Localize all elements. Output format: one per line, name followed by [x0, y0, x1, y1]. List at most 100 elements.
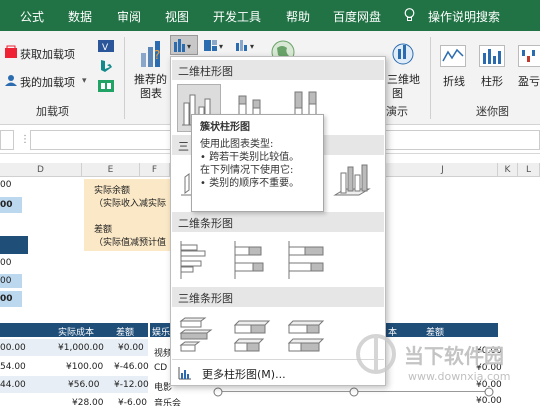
- resize-handle[interactable]: [349, 387, 359, 397]
- table-cell[interactable]: 44.00: [0, 380, 26, 390]
- note-line: （实际收入减实际: [94, 199, 167, 209]
- sparkline-column-button[interactable]: 柱形: [481, 73, 503, 89]
- table-cell[interactable]: ¥28.00: [72, 398, 104, 406]
- sparkline-column-icon: [479, 45, 505, 67]
- tab-baidu-netdisk[interactable]: 百度网盘: [333, 8, 381, 25]
- sparkline-winloss-icon: [518, 45, 540, 67]
- column-header-k[interactable]: K: [498, 163, 518, 177]
- table-header-cell: 实际成本: [58, 328, 95, 338]
- 100-stacked-bar-option[interactable]: [285, 237, 329, 285]
- name-box[interactable]: [0, 130, 14, 150]
- table-cell[interactable]: 00.00: [0, 343, 26, 353]
- svg-text:▾: ▾: [219, 42, 223, 51]
- svg-text:▾: ▾: [187, 42, 191, 51]
- sparklines-group-label: 迷你图: [476, 105, 509, 118]
- table-cell[interactable]: 54.00: [0, 362, 26, 372]
- table-cell[interactable]: 音乐会: [154, 396, 181, 406]
- store-icon: [5, 45, 17, 58]
- resize-handle[interactable]: [484, 387, 494, 397]
- resize-handle[interactable]: [213, 387, 223, 397]
- column-header-d[interactable]: D: [0, 163, 82, 177]
- chart-type-tooltip: 簇状柱形图 使用此图表类型: • 跨若干类别比较值。 在下列情况下使用它: • …: [191, 114, 324, 212]
- table-cell[interactable]: ¥56.00: [68, 380, 100, 390]
- table-header-cell: 娱乐: [152, 328, 171, 338]
- my-addins-icon: [5, 75, 17, 86]
- sparkline-winloss-button[interactable]: 盈亏: [518, 73, 540, 89]
- note-line: （实际值减预计值: [94, 238, 167, 248]
- people-graph-icon[interactable]: [98, 79, 114, 93]
- lightbulb-icon: [404, 8, 415, 21]
- tooltip-when: 在下列情况下使用它:: [200, 165, 294, 176]
- tooltip-bullet: • 跨若干类别比较值。: [200, 152, 300, 163]
- stacked-bar-icon: [234, 241, 264, 279]
- cell-value[interactable]: 00: [0, 276, 11, 286]
- more-charts-icon: [178, 367, 191, 380]
- tours-group-label: 演示: [386, 105, 408, 118]
- table-header-cell: 差额: [426, 328, 445, 338]
- tab-data[interactable]: 数据: [68, 8, 92, 25]
- table-cell[interactable]: ¥100.00: [66, 362, 103, 372]
- table-cell[interactable]: ¥-12.00: [114, 380, 149, 390]
- svg-text:▾: ▾: [250, 42, 254, 51]
- tab-developer[interactable]: 开发工具: [213, 8, 261, 25]
- 3d-column-icon: [333, 164, 371, 196]
- 3d-column-option[interactable]: [331, 157, 375, 205]
- note-line: 实际余额: [94, 186, 131, 196]
- cell-value[interactable]: 00: [0, 180, 11, 190]
- cell-value[interactable]: 00: [0, 258, 11, 268]
- more-column-charts-link[interactable]: 更多柱形图(M)...: [172, 359, 384, 385]
- tooltip-title: 簇状柱形图: [200, 122, 250, 133]
- table-header-cell: 差额: [116, 328, 135, 338]
- 3d-clustered-bar-icon: [179, 317, 213, 352]
- section-2d-column: 二维柱形图: [172, 60, 384, 80]
- 3d-100-stacked-bar-option[interactable]: [285, 311, 329, 359]
- table-cell[interactable]: ¥-46.00: [114, 362, 149, 372]
- clustered-bar-option[interactable]: [177, 237, 221, 285]
- insert-column-chart-button[interactable]: ▾: [170, 35, 198, 55]
- 3d-clustered-bar-option[interactable]: [177, 311, 221, 359]
- sparkline-line-icon: [440, 45, 466, 67]
- tell-me-search[interactable]: 操作说明搜索: [428, 8, 500, 25]
- table-cell[interactable]: ¥1,000.00: [58, 343, 104, 353]
- visio-icon[interactable]: V: [98, 39, 114, 53]
- statistic-chart-icon[interactable]: ▾: [234, 37, 260, 53]
- column-header-e[interactable]: E: [82, 163, 140, 177]
- ribbon-tab-bar: 公式 数据 审阅 视图 开发工具 帮助 百度网盘 操作说明搜索: [0, 0, 540, 31]
- header-cell: [0, 236, 28, 254]
- cell-value[interactable]: 00: [0, 200, 13, 210]
- cell-value[interactable]: 00: [0, 294, 13, 304]
- tab-review[interactable]: 审阅: [117, 8, 141, 25]
- table-cell[interactable]: ¥0.00: [476, 396, 502, 406]
- 3d-stacked-bar-icon: [233, 320, 271, 352]
- 3d-100-stacked-bar-icon: [287, 320, 325, 352]
- table-cell[interactable]: ¥0.00: [118, 343, 144, 353]
- downxia-logo-icon: [356, 334, 396, 374]
- stacked-bar-option[interactable]: [231, 237, 275, 285]
- svg-text:V: V: [102, 43, 109, 53]
- 100-stacked-bar-icon: [288, 241, 324, 279]
- column-header-j[interactable]: J: [388, 163, 498, 177]
- tab-view[interactable]: 视图: [165, 8, 189, 25]
- table-cell[interactable]: CD: [154, 363, 167, 373]
- get-addins-button[interactable]: 获取加载项: [20, 46, 75, 62]
- watermark-text: 当下软件园: [404, 344, 504, 368]
- column-chart-gallery: 二维柱形图 三 二维条形图 三维条形图 更多柱形图(M)...: [170, 56, 386, 386]
- sparkline-line-button[interactable]: 折线: [443, 73, 465, 89]
- watermark-url: www.downxia.com: [408, 370, 511, 383]
- tooltip-desc: 使用此图表类型:: [200, 139, 274, 150]
- section-3d-bar: 三维条形图: [172, 287, 384, 307]
- formula-dots: ⋮: [20, 134, 30, 145]
- tab-formulas[interactable]: 公式: [20, 8, 44, 25]
- tab-help[interactable]: 帮助: [286, 8, 310, 25]
- note-line: 差额: [94, 225, 113, 235]
- hierarchy-chart-icon[interactable]: ▾: [203, 37, 229, 53]
- 3d-stacked-bar-option[interactable]: [231, 311, 275, 359]
- chevron-down-icon[interactable]: ▾: [82, 76, 87, 86]
- recommended-charts-label-2[interactable]: 图表: [140, 85, 162, 101]
- column-header-f[interactable]: F: [140, 163, 170, 177]
- table-cell[interactable]: ¥-6.00: [118, 398, 147, 406]
- 3d-map-label-2[interactable]: 图: [392, 85, 403, 101]
- my-addins-button[interactable]: 我的加载项: [20, 74, 75, 90]
- column-header-l[interactable]: L: [518, 163, 540, 177]
- bing-icon[interactable]: [98, 59, 114, 73]
